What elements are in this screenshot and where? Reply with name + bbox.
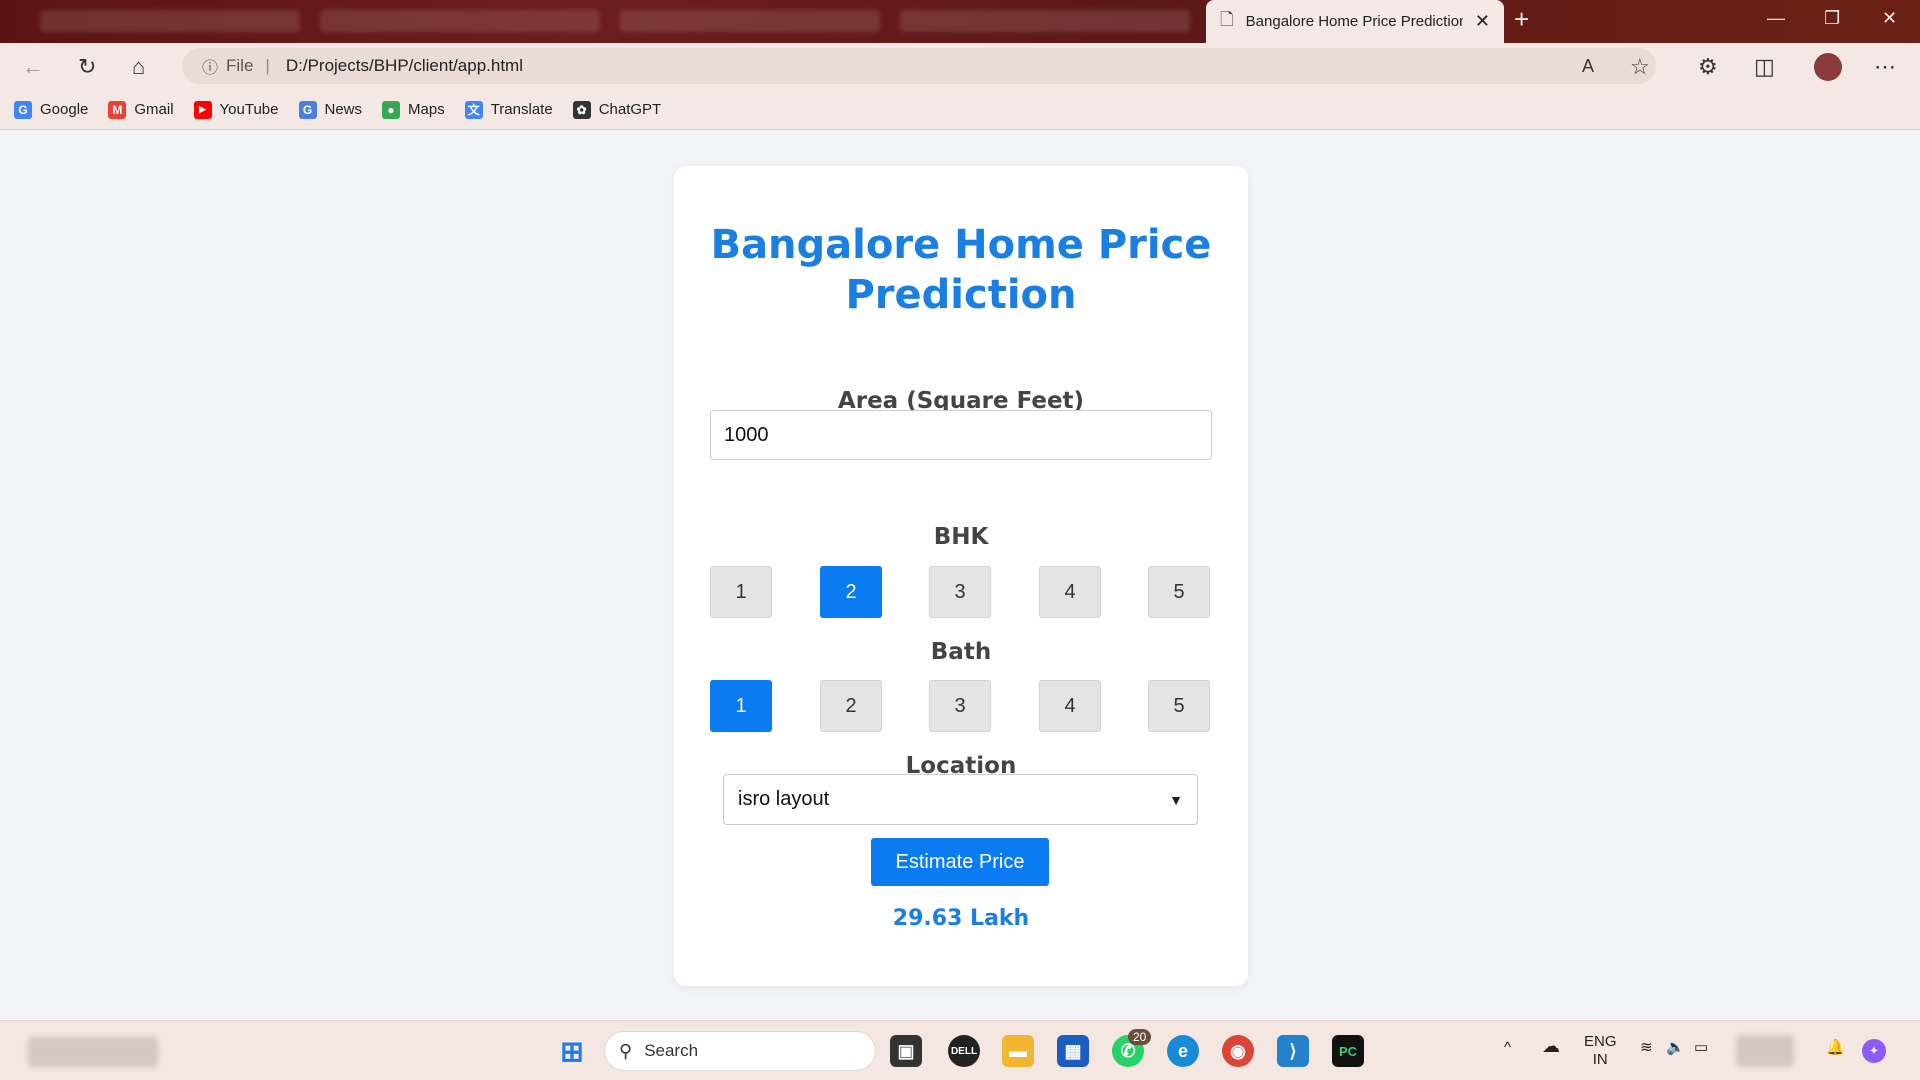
volume-icon[interactable]: 🔈 bbox=[1666, 1039, 1685, 1057]
location-select[interactable]: isro layout ▼ bbox=[723, 774, 1198, 825]
read-aloud-icon[interactable]: A bbox=[1582, 56, 1594, 77]
battery-icon[interactable]: ▭ bbox=[1694, 1039, 1708, 1057]
bhk-option-1[interactable]: 1 bbox=[710, 566, 772, 618]
bookmark-label: YouTube bbox=[219, 101, 279, 118]
back-icon[interactable]: ← bbox=[22, 54, 44, 80]
prediction-card: Bangalore Home Price Prediction Area (Sq… bbox=[674, 166, 1248, 986]
search-icon: ⚲ bbox=[619, 1040, 633, 1061]
bath-label: Bath bbox=[930, 639, 992, 665]
bookmark-label: Gmail bbox=[134, 101, 174, 118]
bookmark-label: Translate bbox=[490, 101, 553, 118]
wifi-icon[interactable]: ≋ bbox=[1640, 1039, 1653, 1057]
clock[interactable] bbox=[1736, 1035, 1794, 1067]
copilot-icon[interactable]: ✦ bbox=[1862, 1039, 1886, 1063]
windows-taskbar: ⊞ ⚲ Search ▣ DELL ▬ ▦ ✆ 20 e ◉ ⟩ PC ^ ☁ … bbox=[0, 1020, 1920, 1080]
blurred-tab[interactable] bbox=[40, 10, 300, 32]
bookmark-chatgpt[interactable]: ✿ ChatGPT bbox=[572, 100, 662, 119]
reload-icon[interactable]: ↻ bbox=[78, 54, 96, 80]
news-icon: G bbox=[298, 100, 317, 119]
bookmark-label: ChatGPT bbox=[598, 101, 662, 118]
bhk-option-4[interactable]: 4 bbox=[1039, 566, 1101, 618]
bhk-options: 1 2 3 4 5 bbox=[710, 566, 1212, 618]
gmail-icon: M bbox=[108, 100, 127, 119]
bookmarks-bar: G Google M Gmail ▶ YouTube G News ● Maps… bbox=[0, 90, 1920, 130]
whatsapp-badge: 20 bbox=[1128, 1029, 1152, 1045]
bath-option-2[interactable]: 2 bbox=[820, 680, 882, 732]
bath-option-4[interactable]: 4 bbox=[1039, 680, 1101, 732]
chevron-up-icon[interactable]: ^ bbox=[1504, 1039, 1511, 1057]
bookmark-label: News bbox=[324, 101, 363, 118]
bhk-option-2[interactable]: 2 bbox=[820, 566, 882, 618]
chrome-icon[interactable]: ◉ bbox=[1222, 1035, 1254, 1067]
dell-icon[interactable]: DELL bbox=[948, 1035, 980, 1067]
minimize-icon[interactable]: — bbox=[1767, 8, 1785, 29]
bath-option-1[interactable]: 1 bbox=[710, 680, 772, 732]
profile-avatar[interactable] bbox=[1814, 53, 1842, 81]
language-line-1: ENG bbox=[1584, 1033, 1617, 1050]
taskbar-search[interactable]: ⚲ Search bbox=[604, 1031, 876, 1071]
restore-icon[interactable]: ❐ bbox=[1824, 8, 1840, 29]
active-tab[interactable]: 🗋 Bangalore Home Price Prediction ✕ bbox=[1206, 0, 1504, 43]
scheme-label: File bbox=[226, 56, 254, 75]
bhk-label: BHK bbox=[933, 524, 989, 550]
task-view-icon[interactable]: ▣ bbox=[890, 1035, 922, 1067]
bath-options: 1 2 3 4 5 bbox=[710, 680, 1212, 732]
bookmark-youtube[interactable]: ▶ YouTube bbox=[193, 100, 279, 119]
extensions-icon[interactable]: ⚙ bbox=[1698, 54, 1718, 80]
close-window-icon[interactable]: ✕ bbox=[1882, 8, 1897, 29]
edge-icon[interactable]: e bbox=[1167, 1035, 1199, 1067]
browser-title-bar: 🗋 Bangalore Home Price Prediction ✕ + — … bbox=[0, 0, 1920, 43]
more-menu-icon[interactable]: ⋯ bbox=[1874, 54, 1896, 80]
notification-bell-icon[interactable]: 🔔 bbox=[1826, 1039, 1845, 1057]
bhk-option-5[interactable]: 5 bbox=[1148, 566, 1210, 618]
estimated-price-result: 29.63 Lakh bbox=[892, 906, 1030, 931]
youtube-icon: ▶ bbox=[193, 100, 212, 119]
tab-title: Bangalore Home Price Prediction bbox=[1245, 13, 1463, 30]
onedrive-icon[interactable]: ☁ bbox=[1542, 1037, 1560, 1055]
file-explorer-icon[interactable]: ▬ bbox=[1002, 1035, 1034, 1067]
estimate-price-button[interactable]: Estimate Price bbox=[871, 838, 1049, 886]
store-icon[interactable]: ▦ bbox=[1057, 1035, 1089, 1067]
language-line-2: IN bbox=[1592, 1051, 1608, 1068]
location-value: isro layout bbox=[738, 788, 830, 810]
start-windows-icon[interactable]: ⊞ bbox=[556, 1035, 588, 1067]
weather-widget[interactable] bbox=[28, 1037, 158, 1067]
pycharm-icon[interactable]: PC bbox=[1332, 1035, 1364, 1067]
bhk-option-3[interactable]: 3 bbox=[929, 566, 991, 618]
bookmark-label: Maps bbox=[408, 101, 445, 118]
browser-toolbar: ← ↻ ⌂ ⓘ File | D:/Projects/BHP/client/ap… bbox=[0, 43, 1920, 90]
page-title: Bangalore Home Price Prediction bbox=[710, 222, 1212, 318]
close-tab-icon[interactable]: ✕ bbox=[1475, 11, 1490, 32]
address-bar[interactable]: ⓘ File | D:/Projects/BHP/client/app.html bbox=[182, 48, 1656, 84]
bath-option-3[interactable]: 3 bbox=[929, 680, 991, 732]
bookmark-maps[interactable]: ● Maps bbox=[382, 100, 445, 119]
info-icon[interactable]: ⓘ bbox=[202, 54, 218, 78]
address-separator: | bbox=[265, 56, 270, 75]
translate-icon: 文 bbox=[464, 100, 483, 119]
home-icon[interactable]: ⌂ bbox=[132, 54, 145, 80]
language-indicator[interactable]: ENG IN bbox=[1584, 1033, 1617, 1069]
blurred-tab[interactable] bbox=[900, 10, 1190, 32]
blurred-tab[interactable] bbox=[620, 10, 880, 32]
google-icon: G bbox=[14, 100, 32, 119]
bookmark-news[interactable]: G News bbox=[298, 100, 363, 119]
page-content: Bangalore Home Price Prediction Area (Sq… bbox=[0, 131, 1920, 1020]
url-text[interactable]: D:/Projects/BHP/client/app.html bbox=[286, 56, 523, 76]
favorite-star-icon[interactable]: ☆ bbox=[1630, 54, 1650, 80]
chevron-down-icon: ▼ bbox=[1169, 791, 1183, 808]
bookmark-google[interactable]: G Google bbox=[14, 100, 89, 119]
bookmark-label: Google bbox=[40, 101, 89, 118]
vscode-icon[interactable]: ⟩ bbox=[1277, 1035, 1309, 1067]
bath-option-5[interactable]: 5 bbox=[1148, 680, 1210, 732]
maps-icon: ● bbox=[382, 100, 401, 119]
area-input[interactable] bbox=[710, 410, 1212, 460]
split-screen-icon[interactable]: ◫ bbox=[1754, 54, 1775, 80]
blurred-tab[interactable] bbox=[320, 10, 600, 32]
bookmark-translate[interactable]: 文 Translate bbox=[464, 100, 553, 119]
bookmark-gmail[interactable]: M Gmail bbox=[108, 100, 174, 119]
search-placeholder: Search bbox=[644, 1041, 699, 1060]
new-tab-icon[interactable]: + bbox=[1514, 4, 1529, 35]
document-icon: 🗋 bbox=[1220, 10, 1234, 29]
chatgpt-icon: ✿ bbox=[572, 100, 591, 119]
